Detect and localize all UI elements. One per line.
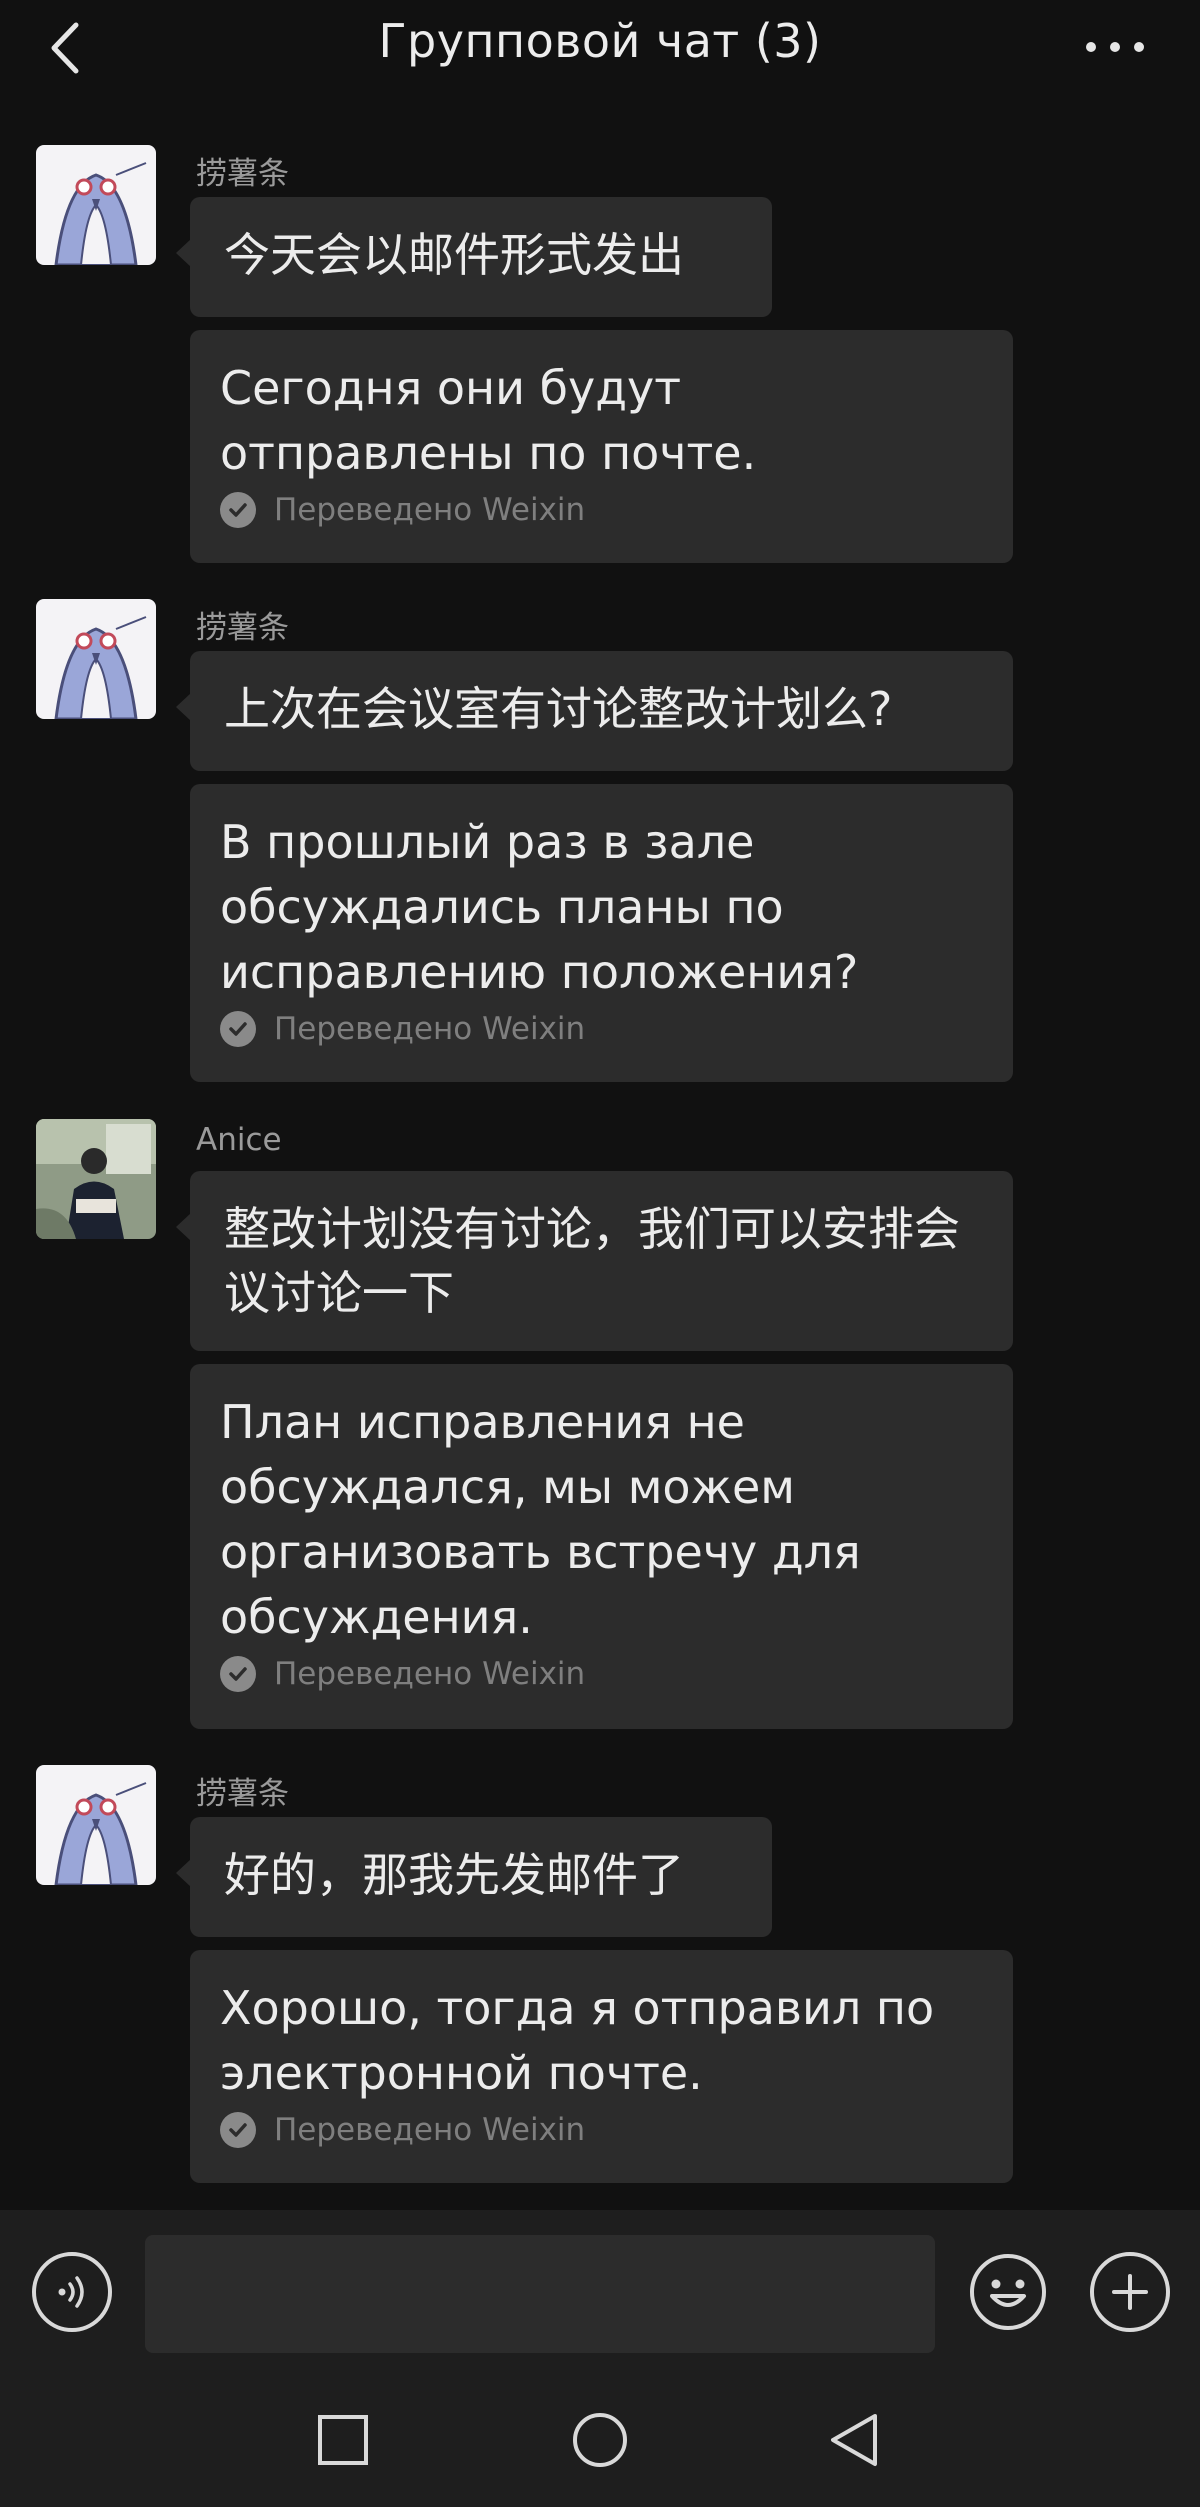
check-icon — [220, 1656, 256, 1692]
sender-avatar[interactable] — [36, 145, 156, 265]
system-navigation-bar — [0, 2370, 1200, 2507]
more-options-button[interactable] — [1080, 22, 1150, 72]
message-bubble-original[interactable]: 上次在会议室有讨论整改计划么? — [176, 651, 1013, 771]
chat-title: Групповой чат (3) — [378, 14, 822, 68]
translation-text: План исправления не обсуждался, мы можем… — [220, 1395, 861, 1644]
plus-icon — [1112, 2274, 1148, 2310]
message-translation[interactable]: Сегодня они будут отправлены по почте. П… — [190, 330, 1013, 563]
bird-sticker-avatar-icon — [36, 1765, 156, 1885]
chat-header: Групповой чат (3) — [0, 0, 1200, 95]
photo-avatar-icon — [36, 1119, 156, 1239]
more-attachments-button[interactable] — [1090, 2252, 1170, 2332]
sender-avatar[interactable] — [36, 599, 156, 719]
message-text: 上次在会议室有讨论整改计划么? — [224, 682, 893, 736]
sender-avatar[interactable] — [36, 1765, 156, 1885]
sender-name: 捞薯条 — [196, 156, 289, 192]
translation-text: В прошлый раз в зале обсуждались планы п… — [220, 815, 859, 999]
translated-by-label: Переведено Weixin — [274, 1011, 586, 1047]
voice-input-button[interactable] — [32, 2252, 112, 2332]
translated-by-label: Переведено Weixin — [274, 2112, 586, 2148]
sender-name: 捞薯条 — [196, 610, 289, 646]
translation-note: Переведено Weixin — [220, 492, 983, 528]
translation-text: Хорошо, тогда я отправил по электронной … — [220, 1981, 935, 2100]
message-text: 今天会以邮件形式发出 — [224, 228, 684, 282]
recents-button[interactable] — [303, 2400, 383, 2480]
message-text: 整改计划没有讨论，我们可以安排会议讨论一下 — [224, 1202, 960, 1320]
recents-square-icon — [318, 2415, 368, 2465]
bird-sticker-avatar-icon — [36, 145, 156, 265]
voice-icon — [58, 2276, 84, 2308]
message-input[interactable] — [145, 2235, 935, 2353]
chat-input-bar — [0, 2210, 1200, 2370]
sender-name: Anice — [196, 1122, 282, 1158]
bird-sticker-avatar-icon — [36, 599, 156, 719]
message-translation[interactable]: В прошлый раз в зале обсуждались планы п… — [190, 784, 1013, 1082]
emoji-button[interactable] — [968, 2252, 1048, 2332]
translated-by-label: Переведено Weixin — [274, 1656, 586, 1692]
check-icon — [220, 2112, 256, 2148]
message-bubble-original[interactable]: 今天会以邮件形式发出 — [176, 197, 772, 317]
message-translation[interactable]: Хорошо, тогда я отправил по электронной … — [190, 1950, 1013, 2183]
emoji-icon — [970, 2254, 1046, 2330]
translated-by-label: Переведено Weixin — [274, 492, 586, 528]
translation-text: Сегодня они будут отправлены по почте. — [220, 361, 757, 480]
home-circle-icon — [573, 2413, 627, 2467]
message-bubble-original[interactable]: 整改计划没有讨论，我们可以安排会议讨论一下 — [176, 1171, 1013, 1351]
sender-avatar[interactable] — [36, 1119, 156, 1239]
translation-note: Переведено Weixin — [220, 1656, 983, 1692]
translation-note: Переведено Weixin — [220, 2112, 983, 2148]
system-back-button[interactable] — [814, 2400, 894, 2480]
check-icon — [220, 492, 256, 528]
more-horizontal-icon — [1086, 42, 1144, 52]
check-icon — [220, 1011, 256, 1047]
home-button[interactable] — [560, 2400, 640, 2480]
back-triangle-icon — [831, 2414, 877, 2466]
message-translation[interactable]: План исправления не обсуждался, мы можем… — [190, 1364, 1013, 1729]
sender-name: 捞薯条 — [196, 1776, 289, 1812]
message-text: 好的，那我先发邮件了 — [224, 1848, 684, 1902]
translation-note: Переведено Weixin — [220, 1011, 983, 1047]
message-bubble-original[interactable]: 好的，那我先发邮件了 — [176, 1817, 772, 1937]
